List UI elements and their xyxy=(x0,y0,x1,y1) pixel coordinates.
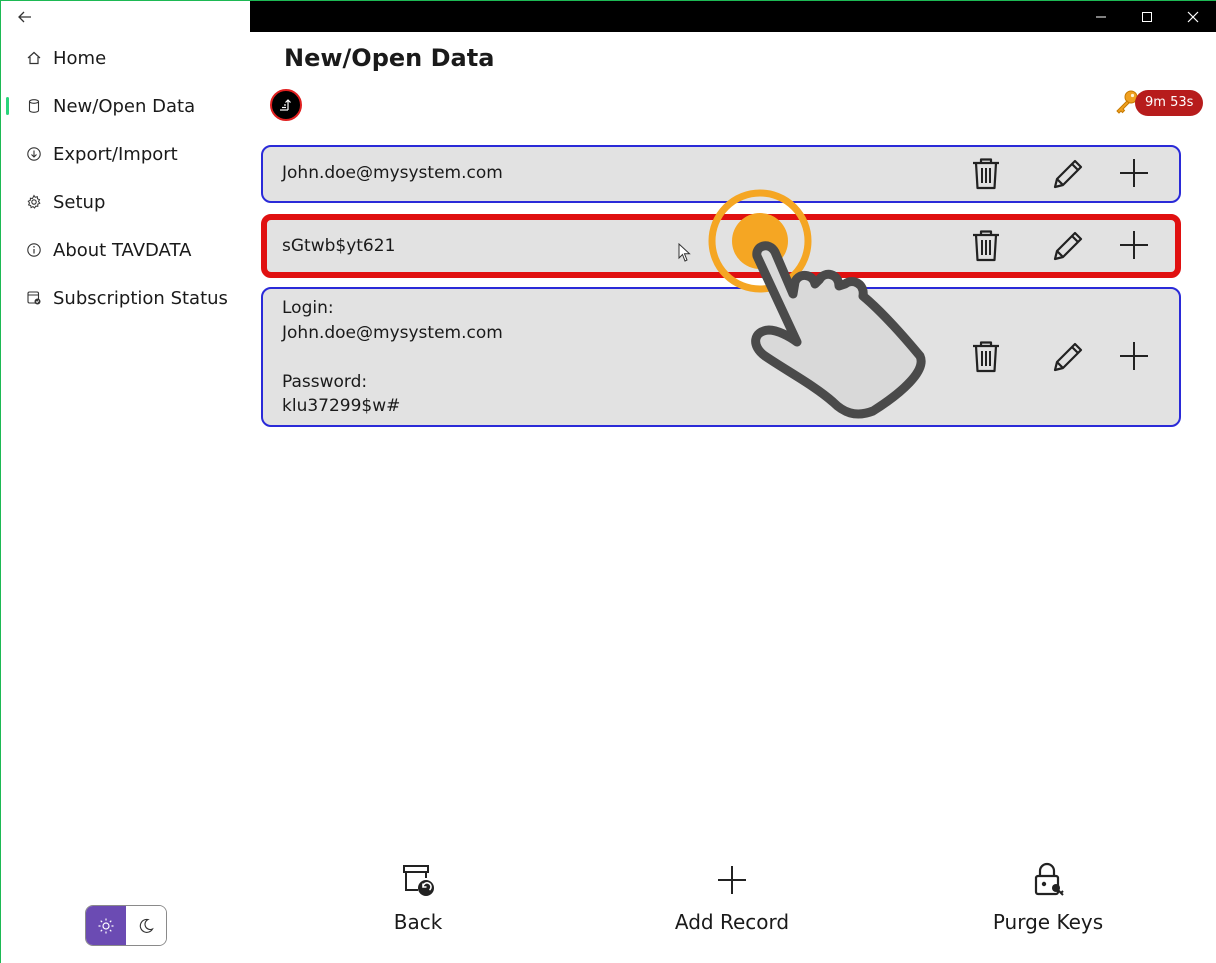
upload-button[interactable] xyxy=(270,89,302,121)
add-subrecord-button[interactable] xyxy=(1114,336,1154,376)
trash-icon xyxy=(973,341,999,373)
edit-record-button[interactable] xyxy=(1048,226,1088,266)
record-text: sGtwb$yt621 xyxy=(282,236,396,256)
sidebar-item-home[interactable]: Home xyxy=(1,38,251,78)
sidebar-item-export-import[interactable]: Export/Import xyxy=(1,134,251,174)
sun-icon xyxy=(98,918,114,933)
record-text: John.doe@mysystem.com xyxy=(282,163,503,183)
sidebar-item-setup[interactable]: Setup xyxy=(1,182,251,222)
record-card[interactable]: Login: John.doe@mysystem.com Password: k… xyxy=(261,287,1181,427)
record-card-highlighted[interactable]: sGtwb$yt621 xyxy=(261,214,1181,278)
back-button[interactable]: Back xyxy=(318,862,518,942)
pencil-icon xyxy=(1053,159,1083,189)
sidebar-item-label: Export/Import xyxy=(53,143,178,165)
archive-back-icon xyxy=(400,862,436,898)
minimize-icon xyxy=(1096,16,1106,18)
record-text: Login: John.doe@mysystem.com Password: k… xyxy=(282,298,503,416)
plus-icon xyxy=(1120,342,1148,370)
database-icon xyxy=(28,99,40,113)
record-actions xyxy=(959,147,1179,201)
purge-keys-button[interactable]: Purge Keys xyxy=(948,862,1148,942)
add-subrecord-button[interactable] xyxy=(1114,153,1154,193)
delete-record-button[interactable] xyxy=(966,337,1006,377)
plus-icon xyxy=(1120,159,1148,187)
record-actions xyxy=(959,220,1179,272)
subscription-icon xyxy=(27,291,41,305)
title-bar xyxy=(250,0,1216,32)
trash-icon xyxy=(973,158,999,190)
record-card[interactable]: John.doe@mysystem.com xyxy=(261,145,1181,203)
minimize-button[interactable] xyxy=(1078,1,1124,33)
purge-keys-label: Purge Keys xyxy=(992,910,1104,934)
lock-key-icon xyxy=(1030,862,1066,898)
sidebar-item-label: Home xyxy=(53,47,107,69)
sidebar-item-label: About TAVDATA xyxy=(53,239,192,261)
back-label: Back xyxy=(393,910,443,934)
close-icon xyxy=(1187,11,1199,23)
edit-record-button[interactable] xyxy=(1048,154,1088,194)
close-button[interactable] xyxy=(1170,1,1216,33)
home-icon xyxy=(27,51,41,65)
add-icon xyxy=(714,862,750,898)
page-title: New/Open Data xyxy=(284,44,495,72)
edit-record-button[interactable] xyxy=(1048,337,1088,377)
record-actions xyxy=(959,289,1179,425)
sidebar-item-about[interactable]: About TAVDATA xyxy=(1,230,251,270)
back-arrow-icon xyxy=(18,11,31,23)
download-circle-icon xyxy=(27,147,41,161)
sidebar-item-label: New/Open Data xyxy=(53,95,196,117)
trash-icon xyxy=(973,230,999,262)
pencil-icon xyxy=(1053,342,1083,372)
upload-icon xyxy=(280,99,291,111)
moon-icon xyxy=(139,918,154,933)
add-subrecord-button[interactable] xyxy=(1114,225,1154,265)
back-nav-button[interactable] xyxy=(15,7,35,27)
info-icon xyxy=(27,243,41,257)
pencil-icon xyxy=(1053,231,1083,261)
sidebar-item-subscription-status[interactable]: Subscription Status xyxy=(1,278,251,318)
sidebar-item-label: Subscription Status xyxy=(53,287,228,309)
gear-icon xyxy=(27,194,41,209)
delete-record-button[interactable] xyxy=(966,226,1006,266)
sidebar-item-label: Setup xyxy=(53,191,106,213)
delete-record-button[interactable] xyxy=(966,154,1006,194)
active-indicator xyxy=(6,97,9,115)
sidebar-item-new-open-data[interactable]: New/Open Data xyxy=(1,86,251,126)
plus-icon xyxy=(1120,231,1148,259)
add-record-button[interactable]: Add Record xyxy=(632,862,832,942)
timer-badge: 9m 53s xyxy=(1135,90,1204,116)
maximize-button[interactable] xyxy=(1124,1,1170,33)
light-theme-button[interactable] xyxy=(86,906,126,945)
theme-toggle[interactable] xyxy=(85,905,167,946)
mouse-cursor-icon xyxy=(678,243,691,262)
maximize-icon xyxy=(1142,12,1152,22)
dark-theme-button[interactable] xyxy=(126,906,166,945)
add-record-label: Add Record xyxy=(674,910,790,934)
sidebar: Home New/Open Data Export/Import Setup A… xyxy=(0,0,250,963)
